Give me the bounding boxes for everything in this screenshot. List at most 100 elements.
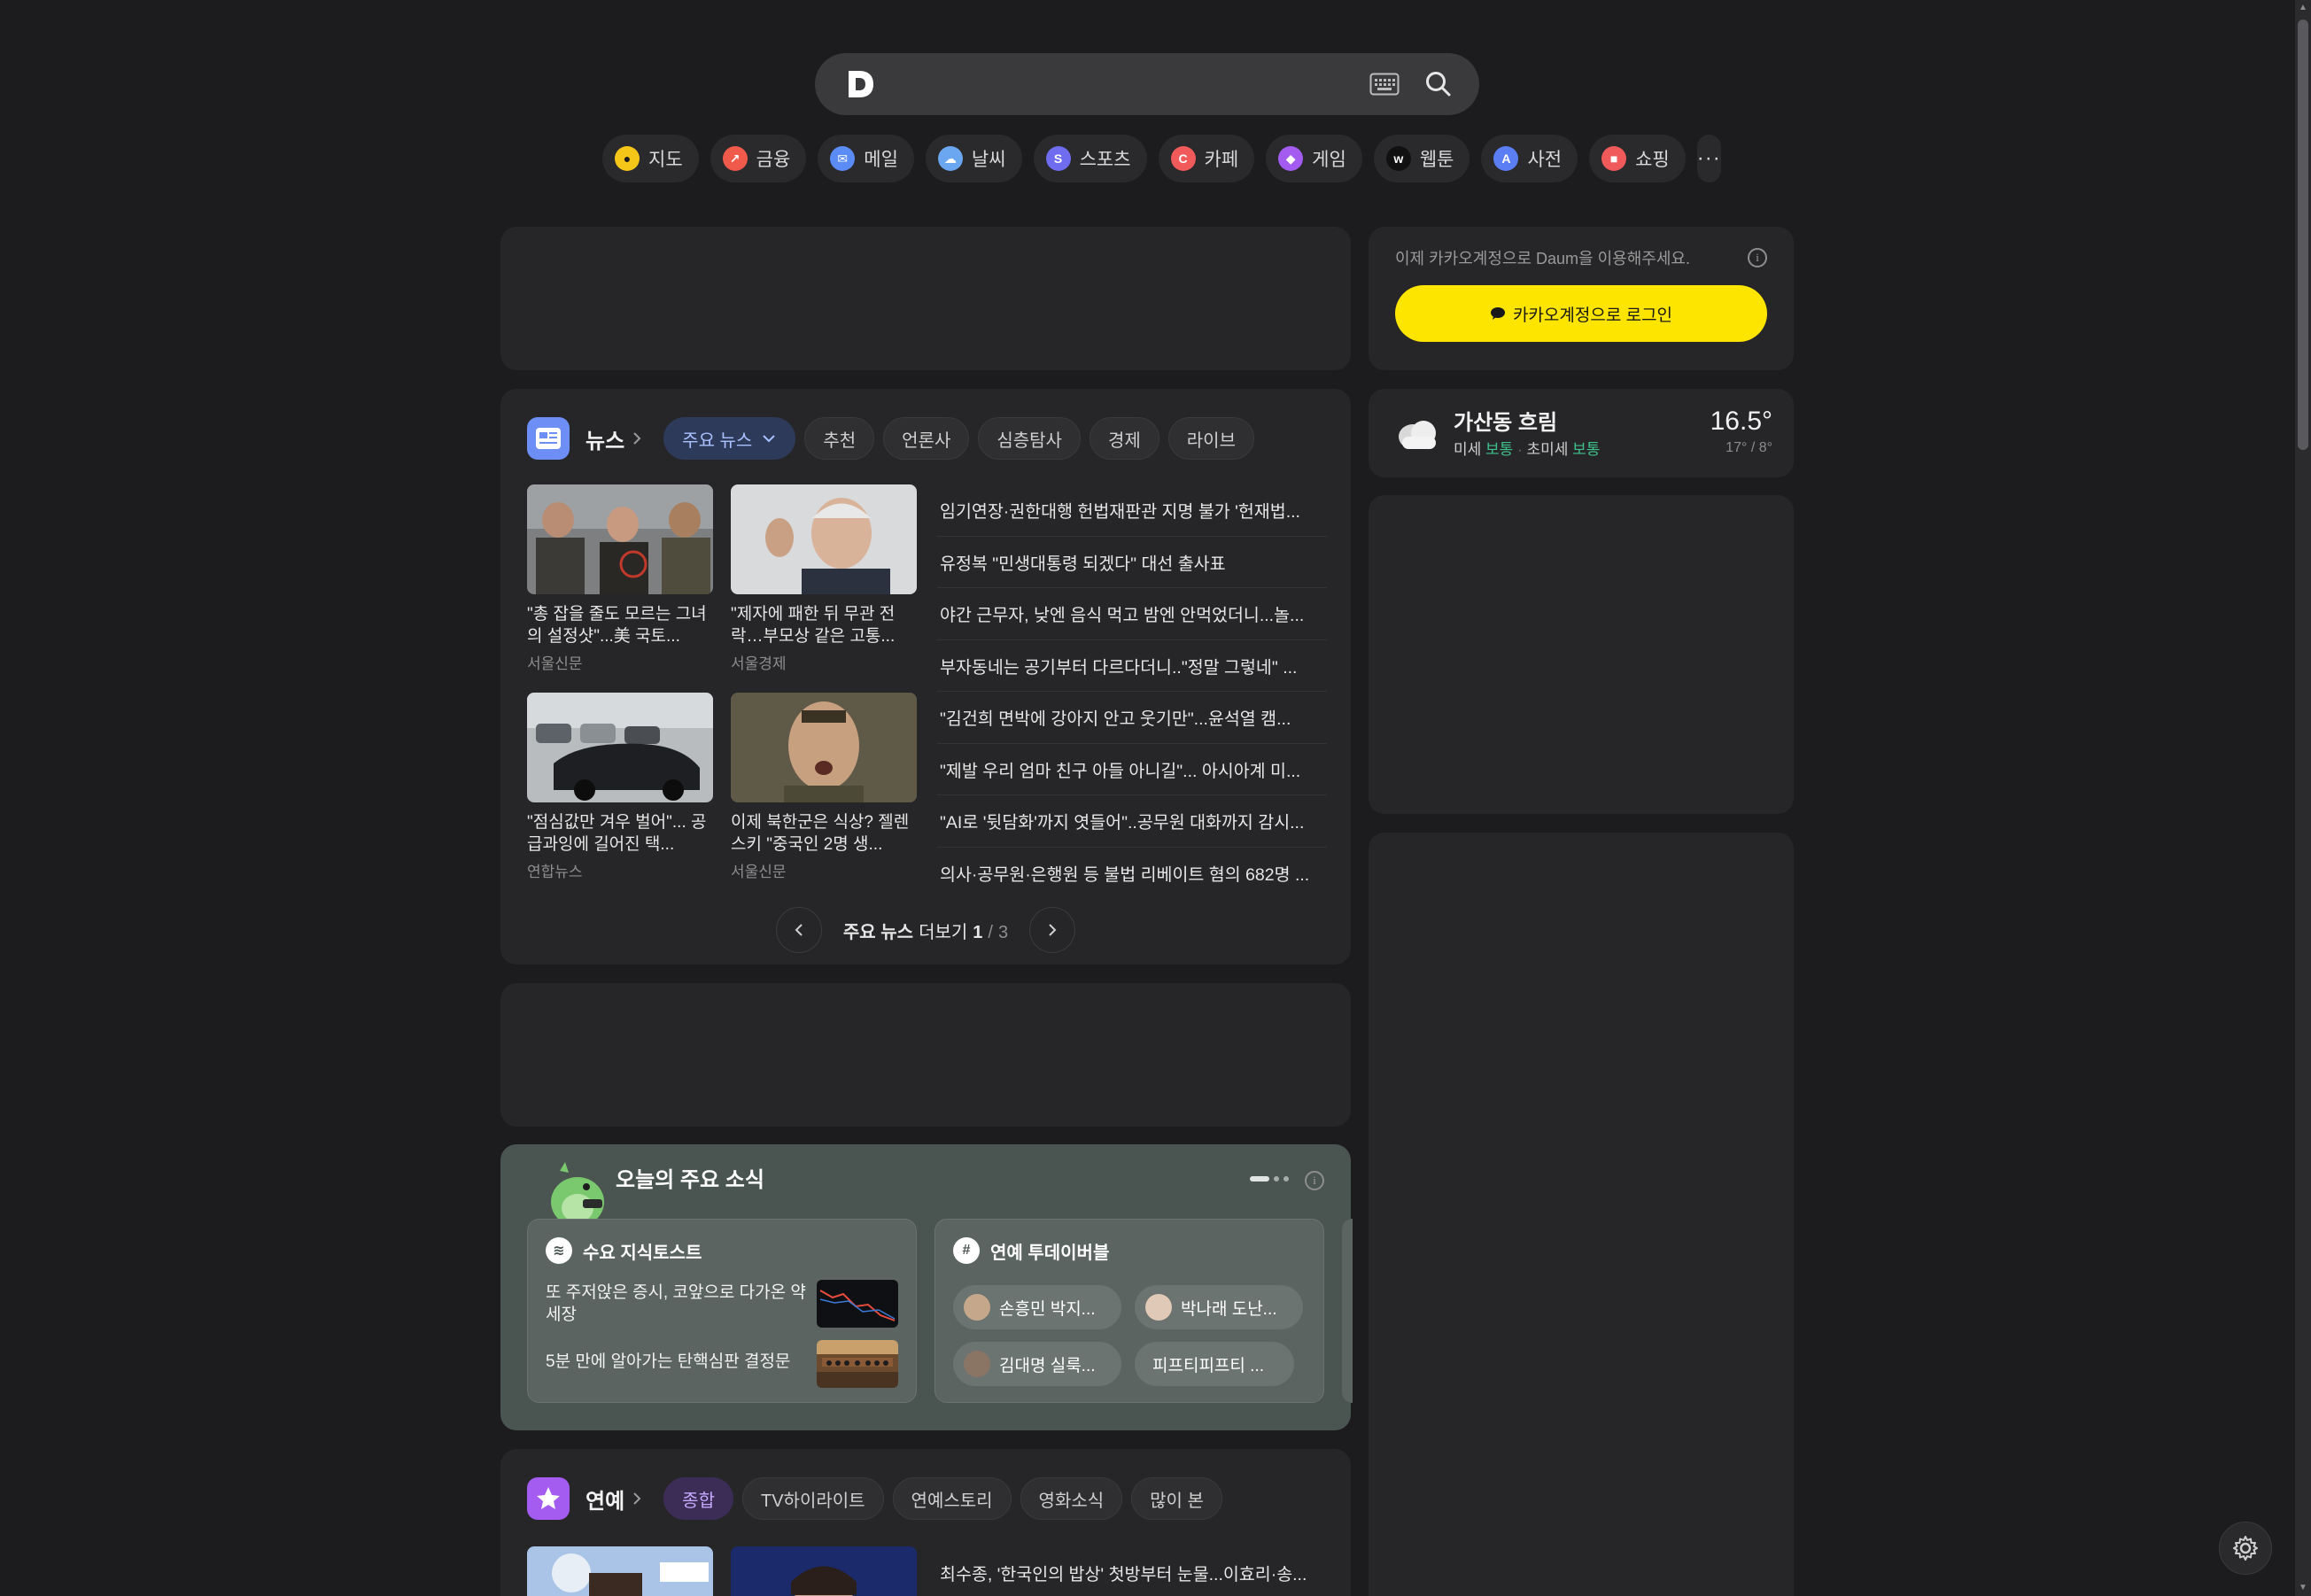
news-card[interactable]: 이제 북한군은 식상? 젤렌스키 "중국인 2명 생... 서울신문 (731, 693, 917, 881)
search-bar[interactable] (815, 53, 1479, 115)
service-finance[interactable]: ↗ 금융 (710, 135, 807, 182)
news-card-source[interactable]: 연합뉴스 (527, 859, 713, 881)
today-section: 오늘의 주요 소식 i ≋ 수요 지식토스트 또 주저앉은 증시, 코앞으로 다… (500, 1144, 1353, 1430)
avatar (1145, 1294, 1172, 1321)
news-card-source[interactable]: 서울신문 (527, 651, 713, 673)
pager-text[interactable]: 주요 뉴스 더보기 1 / 3 (843, 918, 1008, 943)
side-ad-1 (1369, 495, 1794, 814)
news-title[interactable]: 뉴스 (586, 423, 624, 454)
headline-item[interactable]: 의사·공무원·은행원 등 불법 리베이트 혐의 682명 ... (937, 848, 1327, 900)
headline-item[interactable]: 야간 근무자, 낮엔 음식 먹고 밤엔 안먹었더니...놀... (937, 588, 1327, 640)
webtoon-icon: w (1385, 146, 1411, 171)
today-title: 오늘의 주요 소식 (616, 1168, 764, 1192)
tab-in-depth[interactable]: 심층탐사 (978, 417, 1081, 460)
prev-page-button[interactable] (775, 907, 822, 953)
search-icon[interactable] (1424, 70, 1453, 98)
news-thumbnail[interactable] (527, 484, 713, 594)
news-card[interactable]: "총 잡을 줄도 모르는 그녀의 설정샷"...美 국토... 서울신문 (527, 484, 713, 673)
weather-temperature: 16.5° (1710, 407, 1772, 436)
news-card-title[interactable]: 이제 북한군은 식상? 젤렌스키 "중국인 2명 생... (731, 811, 917, 856)
settings-button[interactable] (2219, 1522, 2272, 1575)
kakao-login-button[interactable]: 카카오계정으로 로그인 (1395, 285, 1767, 342)
tab-movie-news[interactable]: 영화소식 (1020, 1477, 1123, 1520)
headline-item[interactable]: 임기연장·권한대행 헌법재판관 지명 불가 '헌재법... (937, 484, 1327, 537)
service-menu: ● 지도 ↗ 금융 ✉ 메일 ☁ 날씨 S 스포츠 C 카페 ◆ 게임 w 웹툰 A 사전 ■ 쇼핑… (602, 135, 1721, 182)
news-pager: 주요 뉴스 더보기 1 / 3 (500, 907, 1351, 953)
entertainment-section: 연예 종합 TV하이라이트 연예스토리 영화소식 많이 본 최수종, '한국인의… (500, 1449, 1351, 1596)
next-card-peek[interactable] (1342, 1219, 1353, 1403)
service-map[interactable]: ● 지도 (602, 135, 699, 182)
page-scrollbar[interactable]: ▲ ▼ (2295, 0, 2311, 1596)
news-card[interactable]: "제자에 패한 뒤 무관 전락…부모상 같은 고통... 서울경제 (731, 484, 917, 673)
entertainment-title[interactable]: 연예 (586, 1484, 624, 1515)
service-label: 날씨 (971, 150, 1006, 170)
news-card-title[interactable]: "제자에 패한 뒤 무관 전락…부모상 같은 고통... (731, 603, 917, 647)
info-icon[interactable]: i (1748, 248, 1767, 267)
news-thumbnail[interactable] (731, 693, 917, 802)
scroll-up-icon[interactable]: ▲ (2299, 4, 2307, 12)
news-card[interactable]: "점심값만 겨우 벌어"... 공급과잉에 길어진 택... 연합뉴스 (527, 693, 713, 881)
headline-item[interactable]: "제발 우리 엄마 친구 아들 아니길"... 아시아계 미... (937, 744, 1327, 795)
login-panel: 이제 카카오계정으로 Daum을 이용해주세요. i 카카오계정으로 로그인 (1369, 227, 1794, 370)
daum-logo[interactable] (841, 66, 879, 103)
keyboard-icon[interactable] (1369, 73, 1400, 96)
weather-panel[interactable]: 가산동 흐림 미세 보통 · 초미세 보통 16.5° 17° / 8° (1369, 389, 1794, 477)
pm25-label: 초미세 (1526, 441, 1569, 458)
scroll-down-icon[interactable]: ▼ (2299, 1584, 2307, 1592)
keyword-chip[interactable]: 피프티피프티 ... (1135, 1342, 1294, 1386)
tab-live[interactable]: 라이브 (1167, 417, 1254, 460)
more-services-button[interactable]: ··· (1696, 135, 1721, 182)
tab-recommended[interactable]: 추천 (804, 417, 875, 460)
keyword-chip[interactable]: 김대명 실룩... (953, 1342, 1121, 1386)
news-thumbnail[interactable] (731, 484, 917, 594)
knowledge-toast-item[interactable]: 5분 만에 알아가는 탄핵심판 결정문 (546, 1351, 811, 1373)
knowledge-toast-header: ≋ 수요 지식토스트 (546, 1237, 702, 1264)
service-webtoon[interactable]: w 웹툰 (1373, 135, 1470, 182)
ent-thumbnail[interactable] (527, 1546, 713, 1596)
tab-label: 주요 뉴스 (682, 430, 753, 451)
keyword-chip[interactable]: 손흥민 박지... (953, 1285, 1121, 1329)
headline-item[interactable]: 유정복 "민생대통령 되겠다" 대선 출사표 (937, 537, 1327, 588)
service-shopping[interactable]: ■ 쇼핑 (1589, 135, 1686, 182)
service-sports[interactable]: S 스포츠 (1033, 135, 1147, 182)
news-card-title[interactable]: "총 잡을 줄도 모르는 그녀의 설정샷"...美 국토... (527, 603, 713, 647)
chip-label: 손흥민 박지... (999, 1299, 1096, 1319)
headline-item[interactable]: "김건희 면박에 강아지 안고 웃기만"...윤석열 캠... (937, 692, 1327, 744)
news-thumbnail[interactable] (527, 693, 713, 802)
ent-headline[interactable]: 최수종, '한국인의 밥상' 첫방부터 눈물...이효리·송... (937, 1546, 1327, 1596)
news-card-source[interactable]: 서울경제 (731, 651, 917, 673)
chevron-right-icon[interactable] (630, 1491, 644, 1506)
service-cafe[interactable]: C 카페 (1158, 135, 1255, 182)
service-game[interactable]: ◆ 게임 (1266, 135, 1362, 182)
knowledge-toast-item[interactable]: 또 주저앉은 증시, 코앞으로 다가온 약세장 (546, 1282, 811, 1326)
carousel-dots[interactable] (1250, 1176, 1289, 1182)
tab-most-viewed[interactable]: 많이 본 (1131, 1477, 1222, 1520)
service-mail[interactable]: ✉ 메일 (818, 135, 914, 182)
service-weather[interactable]: ☁ 날씨 (925, 135, 1022, 182)
entertainment-header: 연예 종합 TV하이라이트 연예스토리 영화소식 많이 본 (527, 1476, 1231, 1522)
knowledge-toast-card[interactable]: ≋ 수요 지식토스트 또 주저앉은 증시, 코앞으로 다가온 약세장 5분 만에… (527, 1219, 917, 1403)
court-thumbnail[interactable] (817, 1340, 898, 1388)
tab-tv-highlight[interactable]: TV하이라이트 (741, 1477, 884, 1520)
stock-chart-thumbnail[interactable] (817, 1280, 898, 1328)
tab-economy[interactable]: 경제 (1089, 417, 1159, 460)
chevron-right-icon[interactable] (630, 431, 644, 445)
tab-press[interactable]: 언론사 (883, 417, 970, 460)
next-page-button[interactable] (1029, 907, 1076, 953)
tab-main-news[interactable]: 주요 뉴스 (663, 417, 796, 460)
ent-thumbnail[interactable] (731, 1546, 917, 1596)
news-card-source[interactable]: 서울신문 (731, 859, 917, 881)
tab-general[interactable]: 종합 (663, 1477, 733, 1520)
entertainment-bubble-card[interactable]: # 연예 투데이버블 손흥민 박지... 박나래 도난... 김대명 실룩...… (934, 1219, 1324, 1403)
avatar (964, 1351, 990, 1377)
news-card-title[interactable]: "점심값만 겨우 벌어"... 공급과잉에 길어진 택... (527, 811, 713, 856)
scroll-thumb[interactable] (2298, 19, 2308, 450)
service-label: 게임 (1312, 150, 1346, 170)
headline-item[interactable]: 부자동네는 공기부터 다르다더니.."정말 그렇네" ... (937, 640, 1327, 692)
headline-item[interactable]: "AI로 '뒷담화'까지 엿들어"..공무원 대화까지 감시... (937, 795, 1327, 848)
pager-more: 더보기 (919, 922, 968, 942)
service-dictionary[interactable]: A 사전 (1481, 135, 1578, 182)
tab-ent-story[interactable]: 연예스토리 (892, 1477, 1012, 1520)
keyword-chip[interactable]: 박나래 도난... (1135, 1285, 1303, 1329)
info-icon[interactable]: i (1305, 1171, 1324, 1190)
